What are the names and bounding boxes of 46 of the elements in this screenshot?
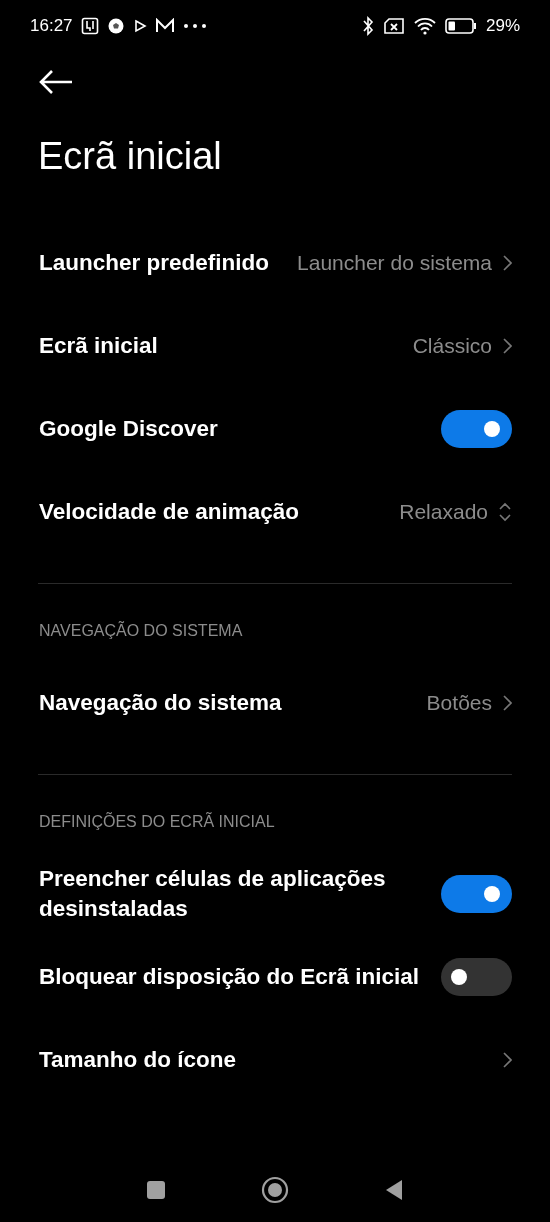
setting-label: Velocidade de animação — [39, 497, 300, 526]
status-time: 16:27 — [30, 15, 73, 38]
settings-row[interactable]: Google Discover — [0, 387, 550, 471]
setting-label: Google Discover — [39, 414, 218, 443]
home-circle-icon[interactable] — [261, 1175, 289, 1204]
settings-row[interactable]: Ecrã inicial Clássico — [0, 304, 550, 388]
settings-row[interactable]: Velocidade de animação Relaxado — [0, 470, 550, 554]
recents-square-icon[interactable] — [146, 1179, 166, 1200]
chevron-right-icon — [502, 693, 512, 712]
bluetooth-icon — [361, 16, 374, 36]
ball-icon — [106, 17, 125, 35]
play-icon — [132, 19, 147, 33]
settings-row[interactable]: Bloquear disposição do Ecrã inicial — [0, 935, 550, 1019]
chevron-right-icon — [502, 1050, 512, 1069]
up-down-chevron-icon — [498, 500, 512, 523]
notification-icon — [80, 17, 99, 35]
setting-value: Botões — [426, 690, 492, 717]
toggle-switch[interactable] — [441, 874, 512, 913]
back-triangle-icon[interactable] — [384, 1178, 404, 1201]
wifi-icon — [413, 17, 436, 35]
battery-percentage: 29% — [485, 15, 520, 38]
setting-label: Bloquear disposição do Ecrã inicial — [39, 962, 420, 991]
battery-icon — [444, 17, 477, 35]
setting-label: Preencher células de aplicações desinstaladas — [39, 864, 387, 923]
mail-icon — [154, 18, 175, 34]
settings-row[interactable]: Preencher células de aplicações desinstaladas — [0, 852, 550, 936]
sim-icon — [382, 17, 405, 35]
setting-label: Ecrã inicial — [39, 331, 158, 360]
chevron-right-icon — [502, 336, 512, 355]
toggle-switch[interactable] — [441, 957, 512, 996]
settings-row[interactable]: Navegação do sistema Botões — [0, 661, 550, 745]
page-title: Ecrã inicial — [37, 134, 223, 179]
back-arrow-icon[interactable] — [38, 69, 74, 95]
setting-value: Clássico — [412, 333, 492, 360]
settings-row[interactable]: Launcher predefinido Launcher do sistema — [0, 221, 550, 305]
setting-value: Launcher do sistema — [297, 250, 492, 277]
setting-label: Navegação do sistema — [39, 688, 282, 717]
section-header: DEFINIÇÕES DO ECRÃ INICIAL — [38, 811, 276, 833]
setting-label: Tamanho do ícone — [39, 1045, 237, 1074]
chevron-right-icon — [502, 253, 512, 272]
setting-value: Relaxado — [399, 499, 488, 526]
settings-row[interactable]: Tamanho do ícone — [0, 1018, 550, 1102]
setting-label: Launcher predefinido — [39, 248, 270, 277]
more-icon — [182, 23, 207, 29]
section-header: NAVEGAÇÃO DO SISTEMA — [38, 620, 244, 642]
toggle-switch[interactable] — [441, 409, 512, 448]
